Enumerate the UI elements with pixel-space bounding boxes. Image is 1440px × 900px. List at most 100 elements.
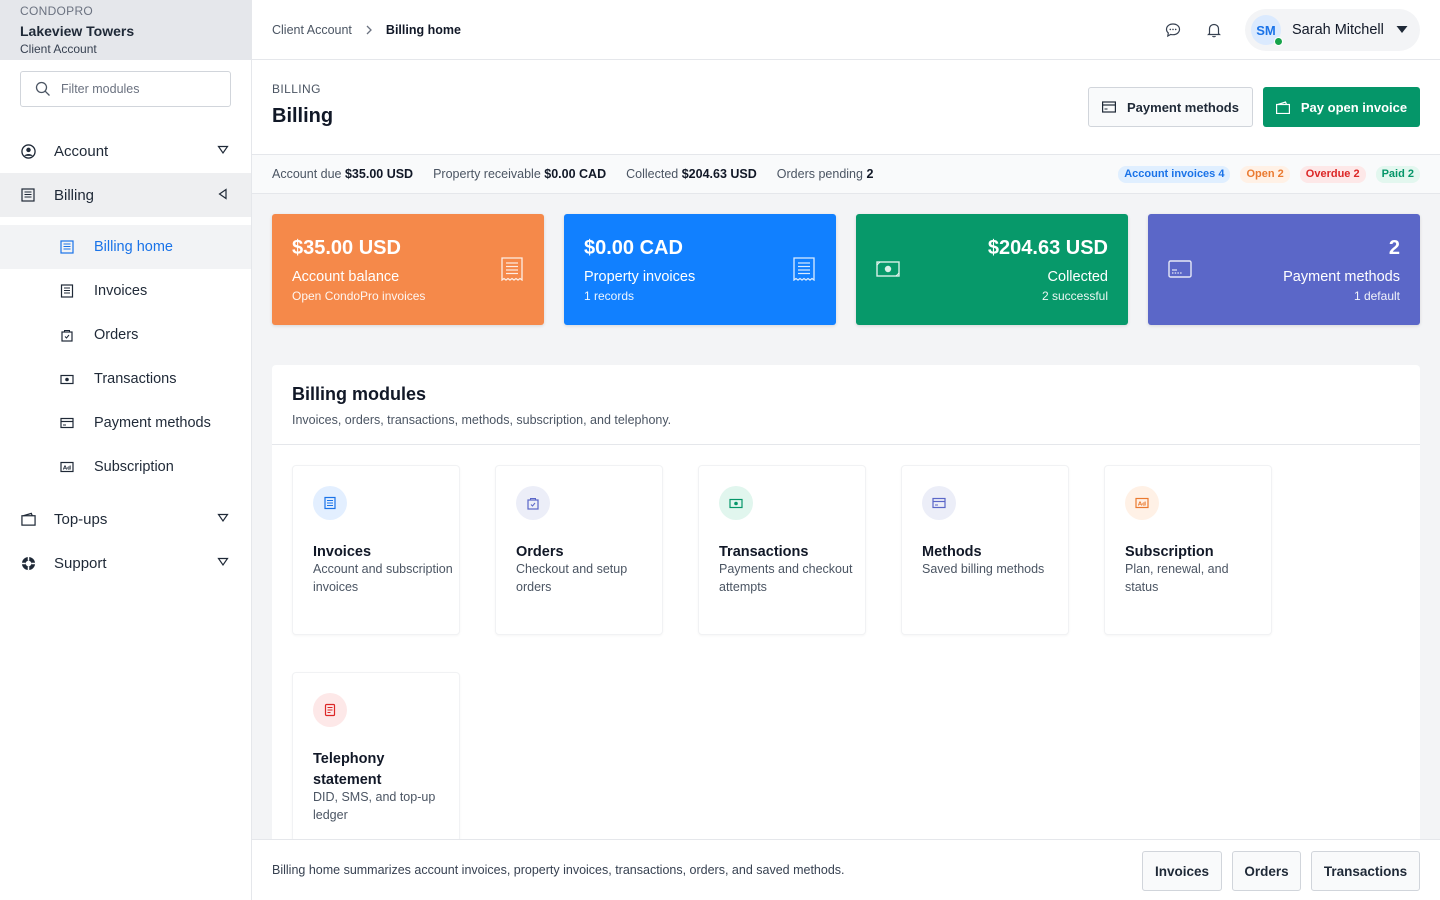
kpi-payment-methods[interactable]: 2 Payment methods 1 default — [1148, 214, 1420, 325]
svg-text:Ad: Ad — [1138, 501, 1146, 507]
sidebar-item-label: Payment methods — [94, 415, 211, 431]
kpi-account-balance[interactable]: $35.00 USD Account balance Open CondoPro… — [272, 214, 544, 325]
credit-card-icon — [1102, 101, 1116, 113]
sidebar-nav: Account Billing Billing home Invoices Or… — [0, 129, 251, 585]
caret-down-icon — [1396, 26, 1408, 33]
page-title: Billing — [272, 105, 334, 127]
sidebar-item-subscription[interactable]: Ad Subscription — [0, 445, 251, 489]
sidebar-item-label: Invoices — [94, 283, 148, 299]
bell-icon[interactable] — [1204, 20, 1224, 40]
sidebar-item-label: Orders — [94, 327, 139, 343]
payment-methods-button[interactable]: Payment methods — [1088, 87, 1253, 127]
sidebar-item-label: Top-ups — [54, 510, 108, 528]
kpi-label: Account balance — [292, 269, 400, 285]
sidebar-item-transactions[interactable]: Transactions — [0, 357, 251, 401]
sidebar-item-account[interactable]: Account — [0, 129, 251, 173]
module-card-subscription[interactable]: Ad Subscription Plan, renewal, and statu… — [1104, 465, 1272, 635]
brand-name: CONDOPRO — [20, 4, 94, 18]
module-description: Payments and checkout attempts — [719, 562, 853, 594]
kpi-sub: 2 successful — [1041, 289, 1108, 303]
kpi-value: $35.00 USD — [292, 237, 401, 259]
breadcrumb-parent[interactable]: Client Account — [272, 23, 352, 37]
wallet-icon — [1275, 100, 1290, 114]
svg-text:Ad: Ad — [63, 465, 71, 471]
stat-label: Orders pending — [776, 167, 863, 181]
sidebar-item-billing[interactable]: Billing — [0, 173, 251, 217]
sidebar: CONDOPRO Lakeview Towers Client Account … — [0, 0, 252, 900]
billing-subnav: Billing home Invoices Orders Transaction… — [0, 217, 251, 497]
stat-value: 2 — [866, 167, 874, 181]
kpi-collected[interactable]: $204.63 USD Collected 2 successful — [856, 214, 1128, 325]
badge-overdue[interactable]: Overdue 2 — [1299, 166, 1366, 183]
statement-icon — [313, 693, 347, 727]
sidebar-item-support[interactable]: Support — [0, 541, 251, 585]
badge-paid[interactable]: Paid 2 — [1375, 166, 1420, 183]
badge-open[interactable]: Open 2 — [1240, 166, 1290, 183]
kpi-sub: 1 records — [584, 289, 635, 303]
footer-orders-button[interactable]: Orders — [1232, 851, 1301, 891]
badge-account-invoices[interactable]: Account invoices 4 — [1118, 166, 1231, 183]
org-subtitle: Client Account — [20, 42, 97, 56]
cash-icon — [876, 261, 900, 277]
module-description: Account and subscription invoices — [313, 562, 453, 594]
cash-icon — [60, 372, 74, 386]
invoice-icon — [313, 486, 347, 520]
cash-icon — [719, 486, 753, 520]
wallet-icon — [20, 511, 36, 527]
chevron-down-icon — [217, 557, 229, 567]
stat-value: $204.63 USD — [681, 167, 757, 181]
footer-invoices-button[interactable]: Invoices — [1142, 851, 1222, 891]
kpi-value: 2 — [1388, 237, 1400, 259]
user-circle-icon — [20, 143, 36, 159]
page-header: BILLING Billing Payment methods Pay open… — [252, 60, 1440, 155]
document-icon — [60, 240, 74, 254]
credit-card-icon — [922, 486, 956, 520]
module-card-invoices[interactable]: Invoices Account and subscription invoic… — [292, 465, 460, 635]
sidebar-item-label: Subscription — [94, 459, 174, 475]
kpi-label: Collected — [1047, 269, 1108, 285]
module-card-orders[interactable]: Orders Checkout and setup orders — [495, 465, 663, 635]
search-icon — [35, 81, 50, 96]
divider — [272, 444, 1420, 445]
sidebar-item-label: Support — [54, 554, 107, 572]
footer-transactions-button[interactable]: Transactions — [1311, 851, 1420, 891]
pay-open-invoice-button[interactable]: Pay open invoice — [1263, 87, 1420, 127]
sidebar-item-orders[interactable]: Orders — [0, 313, 251, 357]
status-badges: Account invoices 4 Open 2 Overdue 2 Paid… — [1108, 166, 1420, 183]
button-label: Payment methods — [1127, 99, 1239, 115]
sidebar-item-label: Billing home — [94, 239, 173, 255]
panel-subtitle: Invoices, orders, transactions, methods,… — [292, 413, 672, 427]
receipt-icon — [793, 257, 815, 281]
sidebar-item-invoices[interactable]: Invoices — [0, 269, 251, 313]
kpi-label: Property invoices — [584, 269, 696, 285]
shopping-bag-icon — [516, 486, 550, 520]
user-name: Sarah Mitchell — [1292, 22, 1384, 38]
credit-card-icon — [1168, 260, 1192, 278]
online-status-dot — [1274, 37, 1283, 46]
module-card-methods[interactable]: Methods Saved billing methods — [901, 465, 1069, 635]
stat-property-receivable: Property receivable $0.00 CAD — [433, 167, 606, 181]
sidebar-item-label: Account — [54, 142, 109, 160]
kpi-sub: Open CondoPro invoices — [292, 289, 426, 303]
topbar-actions: SM Sarah Mitchell — [1163, 9, 1420, 51]
user-menu[interactable]: SM Sarah Mitchell — [1245, 9, 1420, 51]
sidebar-item-payment-methods[interactable]: Payment methods — [0, 401, 251, 445]
filter-modules-input[interactable]: Filter modules — [20, 71, 231, 107]
stat-label: Property receivable — [433, 167, 541, 181]
module-card-telephony-statement[interactable]: Telephony statement DID, SMS, and top-up… — [292, 672, 460, 842]
stat-value: $0.00 CAD — [544, 167, 607, 181]
chevron-right-icon — [364, 25, 374, 35]
sidebar-item-label: Transactions — [94, 371, 177, 387]
top-bar: Client Account Billing home SM Sarah Mit… — [252, 0, 1440, 60]
footer-summary: Billing home summarizes account invoices… — [272, 863, 845, 877]
chevron-down-icon — [217, 513, 229, 523]
chevron-down-icon — [217, 145, 229, 155]
module-card-transactions[interactable]: Transactions Payments and checkout attem… — [698, 465, 866, 635]
sidebar-item-billing-home[interactable]: Billing home — [0, 225, 251, 269]
lifebuoy-icon — [20, 555, 36, 571]
chat-icon[interactable] — [1163, 20, 1183, 40]
sidebar-item-top-ups[interactable]: Top-ups — [0, 497, 251, 541]
kpi-label: Payment methods — [1283, 269, 1400, 285]
kpi-property-invoices[interactable]: $0.00 CAD Property invoices 1 records — [564, 214, 836, 325]
kpi-value: $0.00 CAD — [584, 237, 683, 259]
